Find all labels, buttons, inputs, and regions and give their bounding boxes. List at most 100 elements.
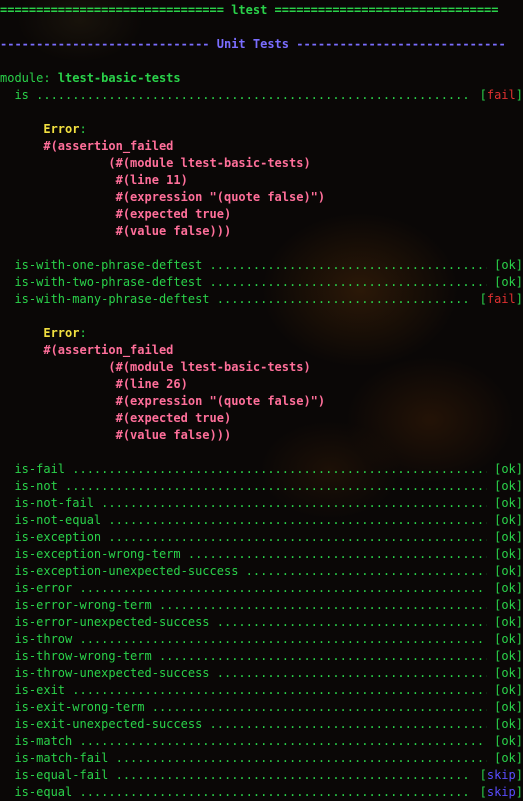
test-status: [ok] — [487, 614, 523, 631]
bracket-close: ] — [515, 666, 523, 680]
test-name: is-throw — [0, 632, 80, 646]
bracket-open: [ — [486, 479, 502, 493]
dot-leader: ........................................… — [115, 768, 473, 782]
error-detail-line: #(expected true) — [0, 206, 523, 223]
bracket-close: ] — [515, 88, 523, 102]
bracket-close: ] — [515, 513, 523, 527]
dot-leader: ........................................… — [209, 717, 487, 731]
bracket-close: ] — [515, 275, 523, 289]
error-detail: #(assertion_failed — [43, 139, 174, 153]
test-row: is-throw-wrong-term ....................… — [0, 648, 523, 665]
bracket-open: [ — [486, 530, 502, 544]
bracket-open: [ — [486, 683, 502, 697]
status-ok-badge: ok — [501, 598, 516, 612]
bracket-close: ] — [515, 547, 523, 561]
dot-leader: ........................................… — [115, 751, 487, 765]
test-row: is-error ...............................… — [0, 580, 523, 597]
dot-leader: ........................................… — [36, 88, 472, 102]
error-detail: (#(module ltest-basic-tests) — [43, 156, 311, 170]
test-status: [ok] — [487, 274, 523, 291]
error-detail-line: #(value false))) — [0, 223, 523, 240]
test-row: is-not .................................… — [0, 478, 523, 495]
status-ok-badge: ok — [501, 683, 516, 697]
error-heading: Error — [43, 122, 80, 136]
bracket-open: [ — [486, 581, 502, 595]
test-name: is-equal — [0, 785, 80, 799]
test-status: [ok] — [487, 563, 523, 580]
bracket-open: [ — [486, 700, 502, 714]
bracket-open: [ — [486, 258, 502, 272]
test-row: is-with-many-phrase-deftest ............… — [0, 291, 523, 308]
test-status: [skip] — [472, 784, 523, 801]
test-row: is-exception-unexpected-success ........… — [0, 563, 523, 580]
rule-right: =============================== — [267, 3, 499, 17]
test-status: [ok] — [487, 648, 523, 665]
error-detail: #(value false))) — [43, 428, 232, 442]
bracket-open: [ — [486, 615, 502, 629]
error-detail-line: (#(module ltest-basic-tests) — [0, 359, 523, 376]
test-row: is-equal ...............................… — [0, 784, 523, 801]
error-detail-line: #(expression "(quote false)") — [0, 393, 523, 410]
bracket-open: [ — [472, 292, 487, 306]
error-detail: #(expression "(quote false)") — [43, 394, 326, 408]
status-fail-badge: fail — [486, 88, 516, 102]
dot-leader: ........................................… — [79, 785, 472, 799]
bracket-close: ] — [515, 649, 523, 663]
bracket-open: [ — [472, 88, 487, 102]
bracket-close: ] — [515, 258, 523, 272]
test-status: [fail] — [472, 291, 523, 308]
test-status: [ok] — [487, 546, 523, 563]
dot-leader: ........................................… — [216, 615, 487, 629]
report-subtitle: Unit Tests — [216, 37, 289, 51]
dot-leader: ........................................… — [79, 632, 486, 646]
status-ok-badge: ok — [501, 496, 516, 510]
test-row: is-match-fail ..........................… — [0, 750, 523, 767]
error-detail: #(expected true) — [43, 207, 232, 221]
test-name: is-error-unexpected-success — [0, 615, 217, 629]
test-row: is-not-equal ...........................… — [0, 512, 523, 529]
status-ok-badge: ok — [501, 530, 516, 544]
error-detail-line: #(expected true) — [0, 410, 523, 427]
bracket-open: [ — [486, 734, 502, 748]
test-row: is-error-wrong-term ....................… — [0, 597, 523, 614]
dot-leader: ........................................… — [108, 513, 486, 527]
test-name: is-throw-wrong-term — [0, 649, 159, 663]
test-row: is-fail ................................… — [0, 461, 523, 478]
status-ok-badge: ok — [501, 751, 516, 765]
report-title: ltest — [231, 3, 268, 17]
bracket-close: ] — [515, 717, 523, 731]
bracket-close: ] — [515, 751, 523, 765]
bracket-open: [ — [486, 649, 502, 663]
dot-leader: ........................................… — [72, 683, 487, 697]
bracket-open: [ — [486, 598, 502, 612]
dot-leader: ........................................… — [209, 258, 487, 272]
bracket-open: [ — [486, 275, 502, 289]
test-row: is-not-fail ............................… — [0, 495, 523, 512]
dot-leader: ........................................… — [187, 547, 487, 561]
bracket-close: ] — [515, 632, 523, 646]
terminal-output: =============================== ltest ==… — [0, 0, 523, 799]
test-row: is-exception ...........................… — [0, 529, 523, 546]
status-ok-badge: ok — [501, 734, 516, 748]
bracket-close: ] — [515, 700, 523, 714]
dot-leader: ........................................… — [158, 649, 487, 663]
status-ok-badge: ok — [501, 581, 516, 595]
test-status: [skip] — [472, 767, 523, 784]
test-name: is-throw-unexpected-success — [0, 666, 217, 680]
error-detail-line: #(value false))) — [0, 427, 523, 444]
test-name: is-exception-wrong-term — [0, 547, 188, 561]
test-status: [ok] — [487, 495, 523, 512]
error-heading: Error — [43, 326, 80, 340]
test-name: is — [0, 88, 37, 102]
